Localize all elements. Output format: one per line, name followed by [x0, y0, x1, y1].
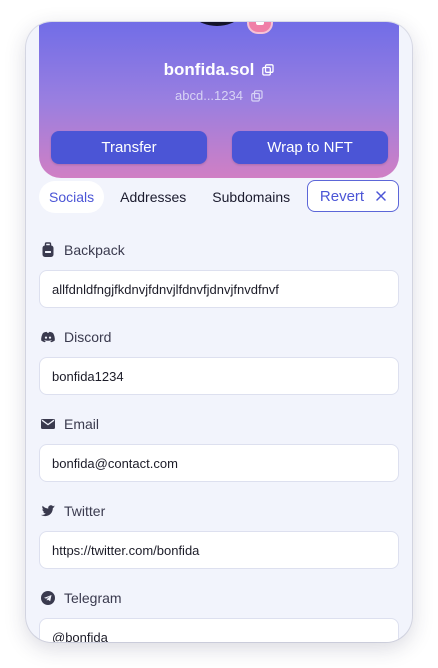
phone-frame: bonfida.sol abcd...1234 Transfer Wrap to…	[26, 22, 412, 642]
email-icon	[41, 419, 55, 429]
profile-tabs: Socials Addresses Subdomains Revert	[39, 180, 399, 214]
revert-label: Revert	[319, 187, 365, 205]
email-input[interactable]: bonfida@contact.com	[39, 444, 399, 482]
twitter-label: Twitter	[40, 503, 105, 519]
backpack-input[interactable]: allfdnldfngjfkdnvjfdnvjlfdnvfjdnvjfnvdfn…	[39, 270, 399, 308]
copy-domain-icon[interactable]	[262, 64, 274, 76]
discord-input[interactable]: bonfida1234	[39, 357, 399, 395]
discord-icon	[41, 331, 55, 343]
telegram-label: Telegram	[40, 590, 122, 606]
backpack-label: Backpack	[40, 242, 125, 258]
twitter-icon	[41, 505, 55, 517]
twitter-input[interactable]: https://twitter.com/bonfida	[39, 531, 399, 569]
profile-header: bonfida.sol abcd...1234 Transfer Wrap to…	[39, 22, 399, 178]
telegram-input[interactable]: @bonfida	[39, 618, 399, 642]
backpack-icon	[42, 242, 54, 257]
discord-label: Discord	[40, 329, 111, 345]
close-icon	[376, 191, 386, 201]
avatar	[179, 22, 255, 26]
wrap-to-nft-button[interactable]: Wrap to NFT	[232, 131, 388, 164]
copy-address-icon[interactable]	[251, 89, 263, 102]
telegram-icon	[41, 591, 55, 605]
address-row: abcd...1234	[39, 88, 399, 103]
revert-button[interactable]: Revert	[307, 180, 399, 212]
domain-row: bonfida.sol	[39, 60, 399, 80]
email-label: Email	[40, 416, 99, 432]
domain-name: bonfida.sol	[163, 60, 255, 79]
tab-addresses[interactable]: Addresses	[110, 181, 196, 213]
transfer-button[interactable]: Transfer	[51, 131, 207, 164]
tab-subdomains[interactable]: Subdomains	[202, 181, 300, 213]
tab-socials[interactable]: Socials	[39, 181, 105, 213]
wallet-address: abcd...1234	[175, 88, 243, 103]
avatar-badge-icon[interactable]	[247, 22, 273, 34]
